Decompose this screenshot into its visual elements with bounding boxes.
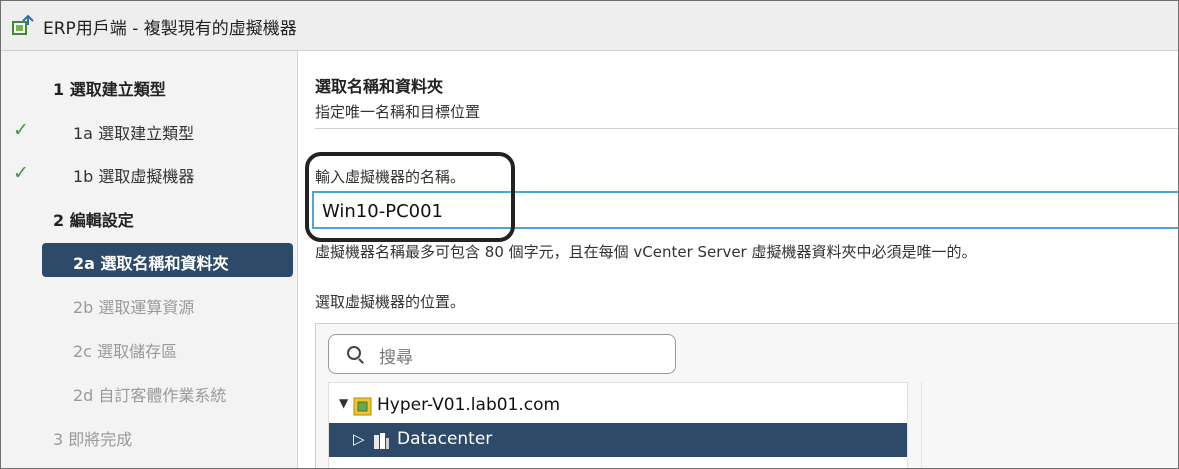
wizard-window: ERP用戶端 - 複製現有的虛擬機器 1 選取建立類型 ✓ 1a 選取建立類型 … [0, 0, 1179, 469]
title-bar: ERP用戶端 - 複製現有的虛擬機器 [1, 1, 1178, 51]
search-icon [347, 346, 361, 360]
annotation-highlight-box [305, 152, 515, 242]
check-icon: ✓ [13, 119, 29, 141]
step-2c-select-storage: 2c 選取儲存區 [73, 342, 178, 361]
step-2b-select-compute-resource: 2b 選取運算資源 [73, 298, 195, 317]
divider [315, 128, 1178, 129]
expand-arrow-icon[interactable]: ▷ [353, 430, 365, 448]
inventory-tree: ▼ Hyper-V01.lab01.com ▷ Datacenter [328, 382, 908, 468]
vm-clone-icon [12, 14, 34, 35]
panel-divider [921, 382, 922, 468]
section-title: 選取名稱和資料夾 [315, 77, 444, 96]
window-title: ERP用戶端 - 複製現有的虛擬機器 [43, 19, 297, 39]
search-input[interactable]: 搜尋 [328, 334, 676, 374]
tree-item-datacenter[interactable]: ▷ Datacenter [329, 423, 907, 457]
step-1b-select-vm[interactable]: 1b 選取虛擬機器 [73, 163, 194, 187]
search-placeholder: 搜尋 [379, 348, 413, 368]
datacenter-icon [374, 433, 389, 449]
vm-location-label: 選取虛擬機器的位置。 [315, 293, 466, 311]
expand-arrow-icon[interactable]: ▼ [339, 396, 348, 410]
step-1-create-type: 1 選取建立類型 [53, 80, 166, 99]
tree-item-label: Hyper-V01.lab01.com [377, 395, 561, 415]
wizard-steps-sidebar: 1 選取建立類型 ✓ 1a 選取建立類型 ✓ 1b 選取虛擬機器 2 編輯設定 … [1, 51, 298, 468]
step-2a-select-name-folder[interactable]: 2a 選取名稱和資料夾 [73, 250, 229, 274]
step-2-edit-settings: 2 編輯設定 [53, 211, 134, 230]
section-subtitle: 指定唯一名稱和目標位置 [315, 103, 481, 121]
step-2d-customize-guest-os: 2d 自訂客體作業系統 [73, 386, 227, 405]
vm-name-hint: 虛擬機器名稱最多可包含 80 個字元，且在每個 vCenter Server 虛… [315, 243, 977, 261]
tree-item-vcenter[interactable]: ▼ Hyper-V01.lab01.com [329, 389, 907, 423]
step-1a-select-create-type[interactable]: 1a 選取建立類型 [73, 120, 194, 144]
vcenter-server-icon [353, 397, 372, 416]
main-content: 選取名稱和資料夾 指定唯一名稱和目標位置 輸入虛擬機器的名稱。 Win10-PC… [298, 51, 1178, 468]
step-3-ready-to-complete: 3 即將完成 [53, 430, 133, 449]
check-icon: ✓ [13, 162, 29, 184]
location-panel: 搜尋 ▼ Hyper-V01.lab01.com ▷ Datacenter [315, 323, 1178, 468]
tree-item-label: Datacenter [397, 429, 493, 449]
